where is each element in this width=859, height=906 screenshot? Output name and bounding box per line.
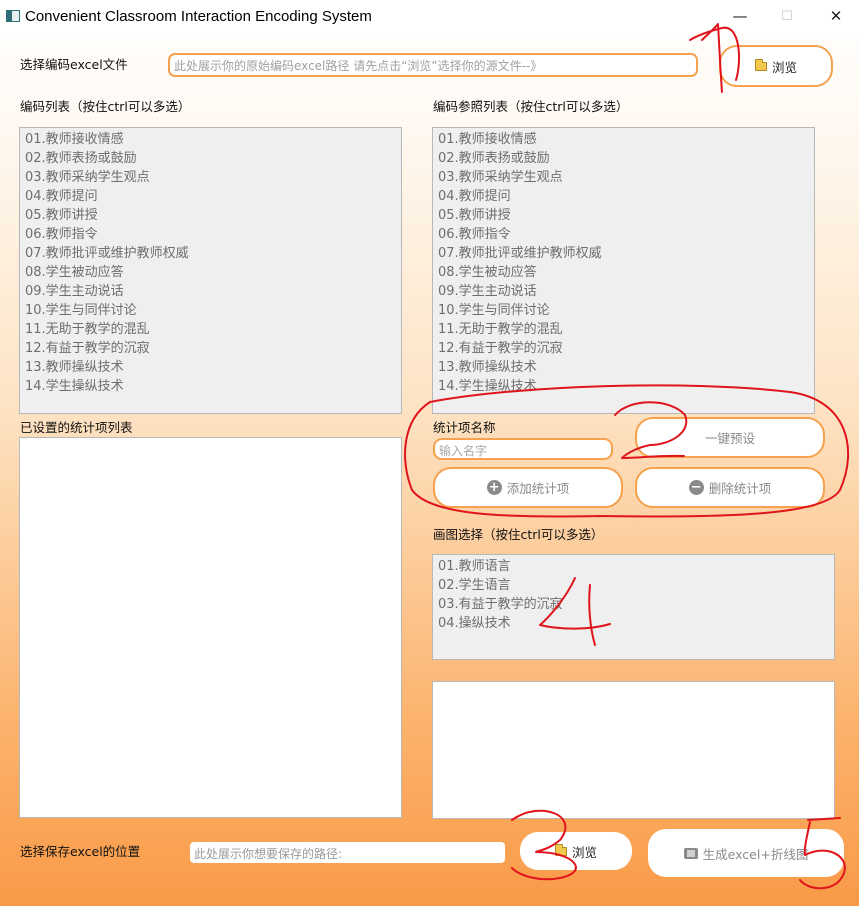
source-path-field[interactable]: 此处展示你的原始编码excel路径 请先点击“浏览”选择你的源文件--》: [168, 53, 698, 77]
stats-name-input[interactable]: 输入名字: [433, 438, 613, 460]
plot-list-label: 画图选择（按住ctrl可以多选）: [433, 527, 604, 542]
list-item[interactable]: 06.教师指令: [433, 225, 814, 244]
list-item[interactable]: 14.学生操纵技术: [433, 377, 814, 396]
preset-label: 一键预设: [704, 431, 755, 446]
minimize-button[interactable]: —: [717, 0, 763, 32]
add-stat-label: 添加统计项: [506, 481, 570, 496]
ref-list-label: 编码参照列表（按住ctrl可以多选）: [433, 99, 629, 114]
list-item[interactable]: 08.学生被动应答: [433, 263, 814, 282]
list-item[interactable]: 01.教师语言: [433, 557, 834, 576]
source-browse-button[interactable]: 浏览: [719, 45, 833, 87]
list-item[interactable]: 07.教师批评或维护教师权威: [433, 244, 814, 263]
list-item[interactable]: 05.教师讲授: [20, 206, 401, 225]
excel-icon: [683, 847, 698, 859]
stats-list-label: 已设置的统计项列表: [20, 420, 133, 435]
list-item[interactable]: 09.学生主动说话: [433, 282, 814, 301]
source-file-label: 选择编码excel文件: [20, 57, 128, 72]
save-location-label: 选择保存excel的位置: [20, 844, 141, 859]
preset-button[interactable]: 一键预设: [635, 417, 825, 458]
save-browse-label: 浏览: [571, 844, 597, 860]
list-item[interactable]: 08.学生被动应答: [20, 263, 401, 282]
remove-stat-button[interactable]: − 删除统计项: [635, 467, 825, 508]
stats-list[interactable]: [19, 437, 402, 818]
list-item[interactable]: 09.学生主动说话: [20, 282, 401, 301]
list-item[interactable]: 06.教师指令: [20, 225, 401, 244]
folder-icon: [754, 58, 767, 71]
remove-stat-label: 删除统计项: [708, 481, 772, 496]
source-browse-label: 浏览: [771, 59, 797, 75]
list-item[interactable]: 05.教师讲授: [433, 206, 814, 225]
list-item[interactable]: 11.无助于教学的混乱: [433, 320, 814, 339]
list-item[interactable]: 12.有益于教学的沉寂: [433, 339, 814, 358]
list-item[interactable]: 10.学生与同伴讨论: [433, 301, 814, 320]
list-item[interactable]: 04.教师提问: [433, 187, 814, 206]
list-item[interactable]: 14.学生操纵技术: [20, 377, 401, 396]
list-item[interactable]: 04.教师提问: [20, 187, 401, 206]
list-item[interactable]: 11.无助于教学的混乱: [20, 320, 401, 339]
generate-button[interactable]: 生成excel+折线图: [648, 829, 844, 877]
list-item[interactable]: 02.教师表扬或鼓励: [20, 149, 401, 168]
minus-circle-icon: −: [688, 480, 704, 495]
generate-label: 生成excel+折线图: [702, 846, 809, 862]
list-item[interactable]: 04.操纵技术: [433, 614, 834, 633]
list-item[interactable]: 03.教师采纳学生观点: [433, 168, 814, 187]
list-item[interactable]: 12.有益于教学的沉寂: [20, 339, 401, 358]
ref-list[interactable]: 01.教师接收情感 02.教师表扬或鼓励 03.教师采纳学生观点 04.教师提问 05.…: [432, 127, 815, 414]
save-browse-button[interactable]: 浏览: [520, 832, 632, 870]
list-item[interactable]: 03.教师采纳学生观点: [20, 168, 401, 187]
list-item[interactable]: 02.教师表扬或鼓励: [433, 149, 814, 168]
code-list-label: 编码列表（按住ctrl可以多选）: [20, 99, 191, 114]
folder-icon: [554, 843, 567, 856]
output-box: [432, 681, 835, 819]
window-title: Convenient Classroom Interaction Encodin…: [25, 8, 372, 25]
list-item[interactable]: 02.学生语言: [433, 576, 834, 595]
list-item[interactable]: 10.学生与同伴讨论: [20, 301, 401, 320]
list-item[interactable]: 07.教师批评或维护教师权威: [20, 244, 401, 263]
list-item[interactable]: 03.有益于教学的沉寂: [433, 595, 834, 614]
list-item[interactable]: 01.教师接收情感: [20, 130, 401, 149]
stats-name-label: 统计项名称: [433, 420, 496, 435]
save-path-field[interactable]: 此处展示你想要保存的路径:: [190, 842, 505, 863]
plot-list[interactable]: 01.教师语言 02.学生语言 03.有益于教学的沉寂 04.操纵技术: [432, 554, 835, 660]
app-icon: [6, 10, 20, 22]
code-list[interactable]: 01.教师接收情感 02.教师表扬或鼓励 03.教师采纳学生观点 04.教师提问 05.…: [19, 127, 402, 414]
list-item[interactable]: 01.教师接收情感: [433, 130, 814, 149]
plus-circle-icon: +: [486, 480, 502, 495]
add-stat-button[interactable]: + 添加统计项: [433, 467, 623, 508]
list-item[interactable]: 13.教师操纵技术: [20, 358, 401, 377]
list-item[interactable]: 13.教师操纵技术: [433, 358, 814, 377]
maximize-button[interactable]: ☐: [764, 0, 810, 32]
close-button[interactable]: ✕: [813, 0, 859, 32]
